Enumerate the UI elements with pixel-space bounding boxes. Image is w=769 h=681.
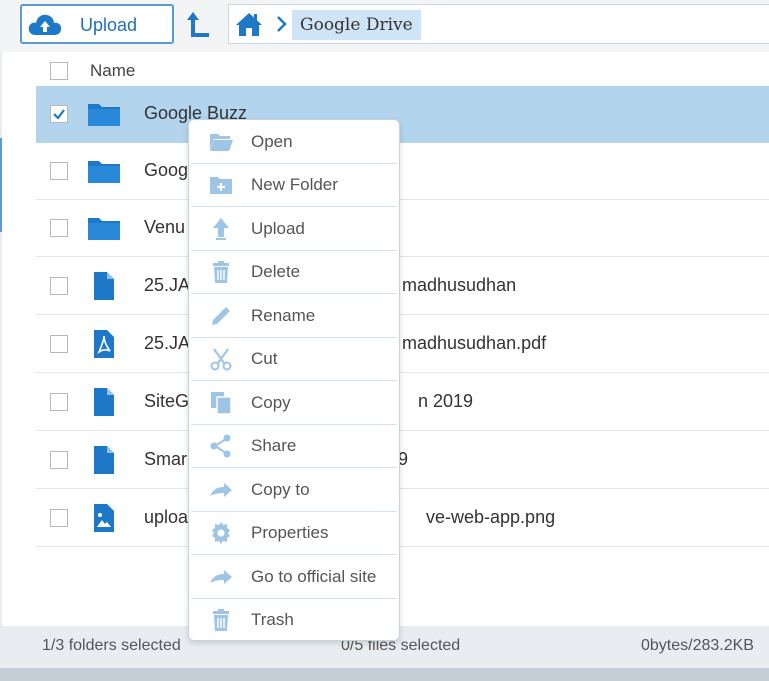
menu-item-label: Go to official site (251, 567, 377, 586)
bottom-strip (0, 668, 769, 681)
menu-item-label: Cut (251, 349, 278, 368)
menu-item-trash[interactable]: Trash (191, 599, 397, 642)
item-name: Goog (144, 160, 189, 180)
new-folder-icon (210, 177, 232, 194)
row-checkbox[interactable] (50, 451, 68, 469)
row-checkbox[interactable] (50, 335, 68, 353)
item-name: Smar (144, 449, 188, 469)
name-column-header[interactable]: Name (90, 61, 135, 81)
row-checkbox[interactable] (50, 162, 68, 180)
menu-item-label: New Folder (251, 175, 338, 194)
menu-item-open[interactable]: Open (191, 121, 397, 164)
document-icon (94, 388, 114, 416)
menu-item-label: Rename (251, 306, 316, 325)
document-icon (94, 446, 114, 474)
trash-icon (213, 261, 229, 283)
row-checkbox[interactable] (50, 509, 68, 527)
forward-arrow-icon (210, 570, 232, 584)
menu-item-delete[interactable]: Delete (191, 251, 397, 294)
image-file-icon (94, 504, 114, 532)
item-name: SiteG (144, 391, 190, 411)
list-item[interactable]: Google Buzz (36, 86, 769, 143)
item-name: Venu (144, 217, 186, 237)
left-edge-marker (0, 138, 2, 232)
item-name-tail: ve-web-app.png (426, 507, 556, 527)
parent-folder-icon[interactable] (187, 10, 211, 40)
menu-item-label: Delete (251, 262, 301, 281)
folder-icon (88, 161, 120, 183)
folders-selected-status: 1/3 folders selected (42, 637, 181, 654)
list-item[interactable]: SiteG n 2019 (36, 374, 769, 431)
menu-item-cut[interactable]: Cut (191, 338, 397, 381)
size-status: 0bytes/283.2KB (641, 637, 754, 654)
row-checkbox[interactable] (50, 277, 68, 295)
upload-button[interactable]: Upload (20, 4, 174, 44)
select-all-checkbox[interactable] (50, 62, 68, 80)
folder-open-icon (210, 134, 233, 151)
pdf-icon (94, 330, 114, 358)
row-checkbox[interactable] (50, 219, 68, 237)
menu-item-label: Open (251, 132, 293, 151)
item-name: 25.JA (144, 333, 191, 353)
menu-item-go-to-official-site[interactable]: Go to official site (191, 556, 397, 599)
menu-item-upload[interactable]: Upload (191, 208, 397, 251)
address-bar: Google Drive (228, 4, 769, 44)
left-edge (0, 52, 2, 626)
menu-item-label: Copy to (251, 480, 310, 499)
folder-icon (88, 104, 120, 126)
pencil-icon (212, 307, 230, 325)
menu-item-copy-to[interactable]: Copy to (191, 469, 397, 512)
document-icon (94, 272, 114, 300)
list-item[interactable]: Smar 9 (36, 432, 769, 489)
menu-item-rename[interactable]: Rename (191, 295, 397, 338)
menu-item-label: Upload (251, 219, 305, 238)
upload-arrow-icon (213, 218, 229, 240)
menu-item-label: Properties (251, 523, 329, 542)
share-icon (210, 434, 231, 458)
menu-item-new-folder[interactable]: New Folder (191, 164, 397, 207)
folder-icon (88, 218, 120, 240)
menu-item-label: Copy (251, 393, 291, 412)
menu-item-properties[interactable]: Properties (191, 512, 397, 555)
list-item[interactable]: Goog (36, 143, 769, 200)
breadcrumb-current[interactable]: Google Drive (292, 10, 421, 40)
list-item[interactable]: 25.JA madhusudhan (36, 258, 769, 315)
item-name-tail: madhusudhan (402, 275, 517, 295)
copy-icon (211, 392, 232, 415)
upload-button-label: Upload (80, 15, 138, 35)
list-item[interactable]: uploa ve-web-app.png (36, 490, 769, 547)
trash-icon (213, 609, 229, 631)
chevron-right-icon (277, 16, 287, 32)
forward-arrow-icon (210, 483, 232, 497)
scissors-icon (210, 348, 232, 371)
item-name-tail: madhusudhan.pdf (402, 333, 547, 353)
item-name: 25.JA (144, 275, 191, 295)
gear-icon (212, 522, 230, 544)
home-icon[interactable] (235, 11, 263, 37)
checkmark-icon (53, 109, 65, 120)
row-checkbox[interactable] (50, 393, 68, 411)
menu-item-label: Share (251, 436, 297, 455)
list-item[interactable]: Venu (36, 200, 769, 257)
cloud-upload-icon (28, 14, 62, 35)
menu-item-share[interactable]: Share (191, 425, 397, 468)
context-menu: Open New Folder Upload Delete Rename Cut… (188, 119, 400, 641)
row-checkbox[interactable] (50, 105, 68, 123)
menu-item-copy[interactable]: Copy (191, 382, 397, 425)
menu-item-label: Trash (251, 610, 294, 629)
item-name: uploa (144, 507, 189, 527)
item-name-tail: n 2019 (418, 391, 474, 411)
list-header: Name (36, 55, 769, 87)
toolbar: Upload Google Drive (0, 0, 769, 52)
list-item[interactable]: 25.JA madhusudhan.pdf (36, 316, 769, 373)
